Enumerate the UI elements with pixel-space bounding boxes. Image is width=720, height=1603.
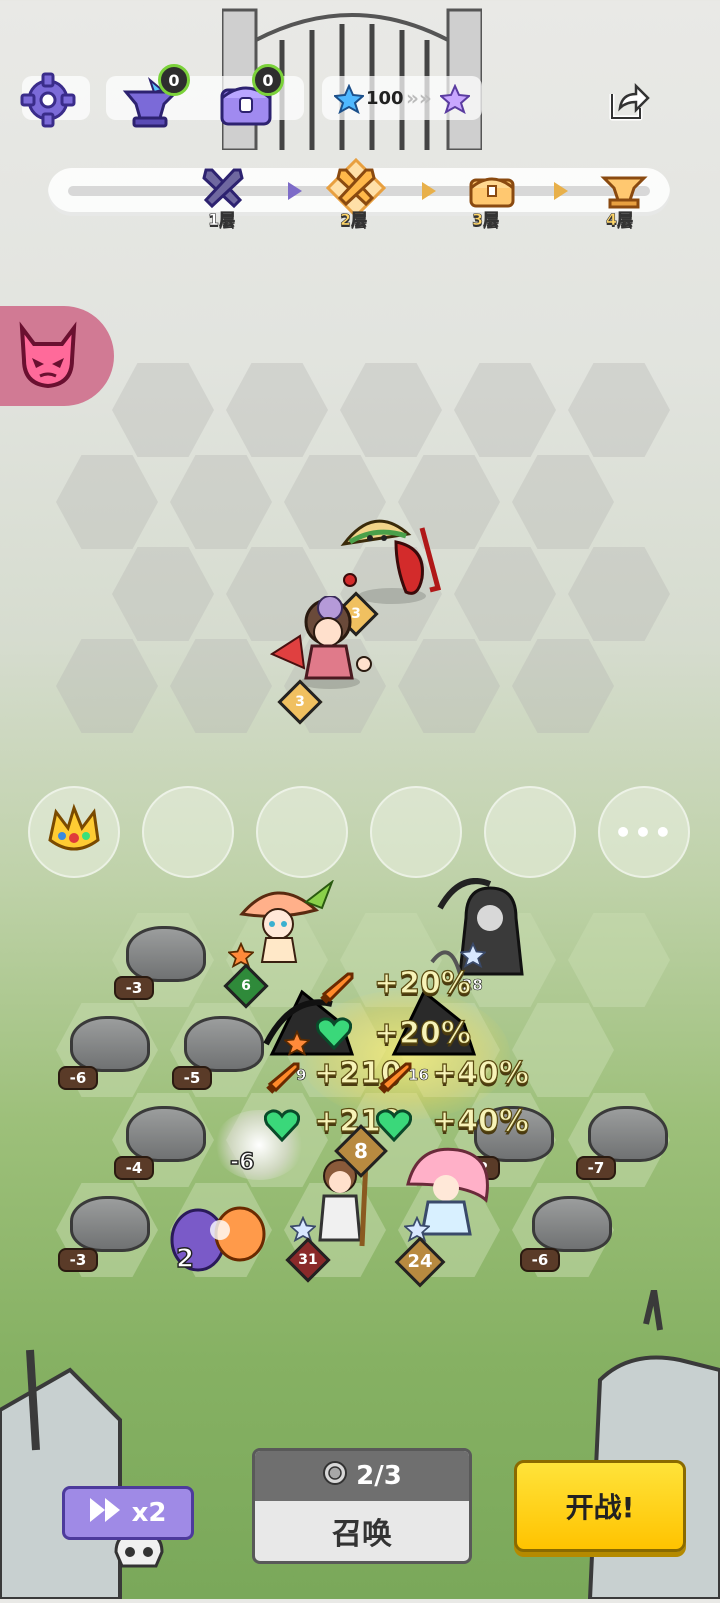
more-dots-icon: ••• — [614, 815, 674, 849]
health-buff-text: +40% — [431, 1103, 529, 1139]
rock-value: -6 — [520, 1248, 560, 1272]
health-buff-text: +20% — [373, 1015, 471, 1051]
mid-value: -6 — [229, 1149, 255, 1175]
rock-obstacle[interactable] — [184, 1016, 264, 1072]
rock-value: -3 — [114, 976, 154, 1000]
attack-sword-icon — [318, 970, 354, 1006]
rock-obstacle[interactable] — [588, 1106, 668, 1162]
fast-forward-icon — [89, 1497, 122, 1529]
chest-count-badge: 0 — [252, 64, 284, 96]
summon-count: 2/3 — [356, 1461, 402, 1491]
rock-obstacle[interactable] — [70, 1016, 150, 1072]
summon-button[interactable]: 2/3 召唤 — [252, 1448, 472, 1564]
attack-buff-text: +20% — [373, 965, 471, 1001]
start-battle-button[interactable]: 开战! — [514, 1460, 686, 1552]
star-value: 100 — [366, 88, 404, 109]
rock-value: -3 — [58, 1248, 98, 1272]
unit-power-value: 2 — [175, 1243, 195, 1274]
health-heart-icon — [315, 1016, 353, 1051]
summon-label: 召唤 — [332, 1517, 392, 1552]
star-rank-icon — [226, 941, 256, 969]
floor-4-label: 4层 — [606, 210, 634, 230]
coin-icon — [322, 1460, 348, 1493]
blue-star-icon — [332, 83, 366, 115]
bench-slot-4[interactable] — [370, 786, 462, 878]
fan-girl-enemy[interactable] — [269, 595, 374, 690]
share-icon[interactable] — [606, 80, 650, 124]
bench-slot-3[interactable] — [256, 786, 348, 878]
attack-sword-icon — [264, 1060, 300, 1096]
rock-obstacle[interactable] — [70, 1196, 150, 1252]
rock-value: -4 — [114, 1156, 154, 1180]
health-heart-icon — [263, 1108, 301, 1143]
star-rank-icon — [288, 1215, 318, 1243]
rock-value: -5 — [172, 1066, 212, 1090]
attack-buff-text: +40% — [431, 1055, 529, 1091]
health-heart-icon — [375, 1108, 413, 1143]
progress-arrow — [422, 182, 436, 200]
golden-crown-item-icon — [42, 800, 106, 864]
boss-anvil-icon — [600, 164, 648, 210]
anvil-count-badge: 0 — [158, 64, 190, 96]
rock-value: -7 — [576, 1156, 616, 1180]
start-battle-label: 开战! — [565, 1491, 635, 1524]
treasure-chest-icon — [468, 170, 516, 210]
star-rank-icon — [282, 1029, 312, 1057]
floor-1-label: 1层 — [208, 210, 236, 230]
bench-slot-1[interactable] — [28, 786, 120, 878]
star-rank-icon — [458, 941, 488, 969]
bench-slot-2[interactable] — [142, 786, 234, 878]
bench-slot-5[interactable] — [484, 786, 576, 878]
floor-2-label: 2层 — [340, 210, 368, 230]
rock-obstacle[interactable] — [126, 1106, 206, 1162]
progress-arrow — [288, 182, 302, 200]
demon-icon — [12, 320, 84, 392]
purple-star-icon — [438, 83, 472, 115]
bench-more-button[interactable]: ••• — [598, 786, 690, 878]
attack-sword-icon — [376, 1060, 412, 1096]
enemy-info-tab[interactable] — [0, 306, 114, 406]
speed-label: x2 — [131, 1498, 167, 1528]
floor-3-label: 3层 — [472, 210, 500, 230]
speed-toggle-button[interactable]: x2 — [62, 1486, 194, 1540]
rock-obstacle[interactable] — [532, 1196, 612, 1252]
star-arrows: »» — [406, 86, 432, 110]
gear-icon[interactable] — [18, 70, 78, 130]
rock-value: -6 — [58, 1066, 98, 1090]
tombstone-right — [580, 1289, 720, 1601]
progress-arrow — [554, 182, 568, 200]
rock-obstacle[interactable] — [126, 926, 206, 982]
